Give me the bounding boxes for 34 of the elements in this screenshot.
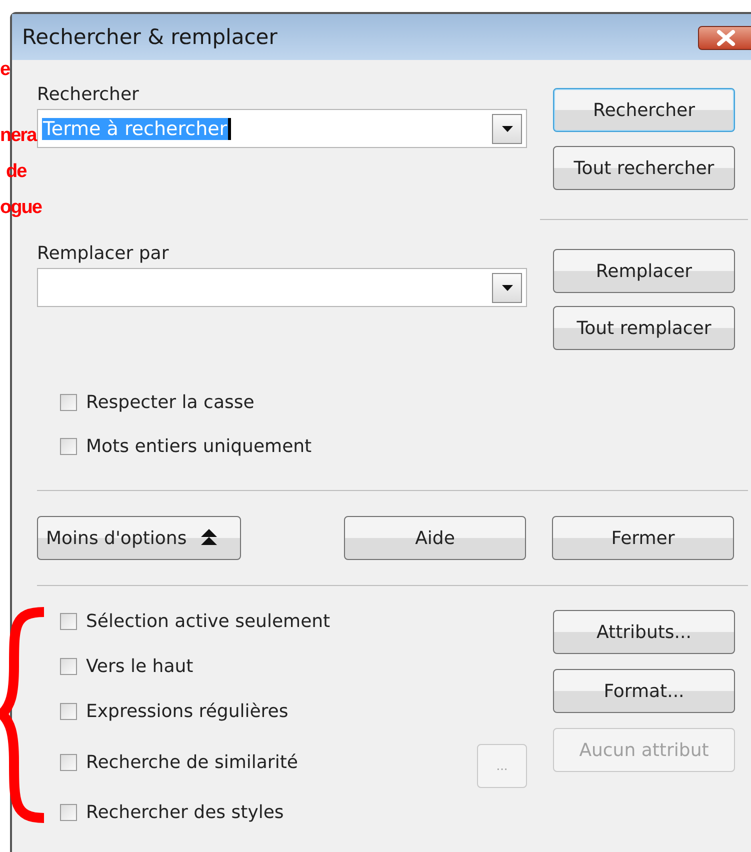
replace-field[interactable] [37, 268, 527, 307]
annotation-text: e [0, 60, 10, 79]
dialog-button[interactable]: Aide [344, 516, 526, 560]
search-button[interactable]: Tout rechercher [553, 146, 735, 190]
checkbox[interactable] [60, 754, 77, 770]
checkbox-label: Mots entiers uniquement [86, 436, 312, 456]
close-button[interactable] [698, 26, 751, 50]
checkbox-label: Expressions régulières [86, 700, 288, 722]
attribute-button[interactable]: Attributs... [553, 610, 735, 654]
checkbox-label: Respecter la casse [86, 392, 254, 412]
checkbox[interactable] [60, 658, 77, 674]
dialog-button[interactable]: Fermer [552, 516, 734, 560]
replace-button[interactable]: Remplacer [553, 249, 735, 293]
checkbox-label: Vers le haut [86, 656, 194, 676]
options-toggle-button[interactable]: Moins d'options [37, 516, 241, 560]
search-label: Rechercher [37, 84, 140, 105]
down-caret-icon [502, 284, 512, 290]
checkbox-label: Recherche de similarité [86, 752, 298, 772]
checkbox[interactable] [60, 394, 77, 410]
attribute-button[interactable]: Format... [553, 669, 735, 713]
down-caret-icon [502, 126, 512, 132]
checkbox[interactable] [60, 702, 77, 720]
checkbox[interactable] [60, 804, 77, 820]
checkbox-label: Sélection active seulement [86, 610, 330, 632]
checkbox[interactable] [60, 438, 77, 454]
replace-label: Remplacer par [37, 243, 170, 264]
checkbox[interactable] [60, 612, 77, 630]
replace-button[interactable]: Tout remplacer [553, 306, 735, 350]
checkbox-label: Rechercher des styles [86, 802, 284, 822]
search-button[interactable]: Rechercher [553, 88, 735, 132]
close-icon [715, 30, 737, 46]
window-title: Rechercher & remplacer [22, 25, 278, 49]
dropdown-button[interactable] [492, 114, 522, 144]
dropdown-button[interactable] [492, 272, 522, 302]
